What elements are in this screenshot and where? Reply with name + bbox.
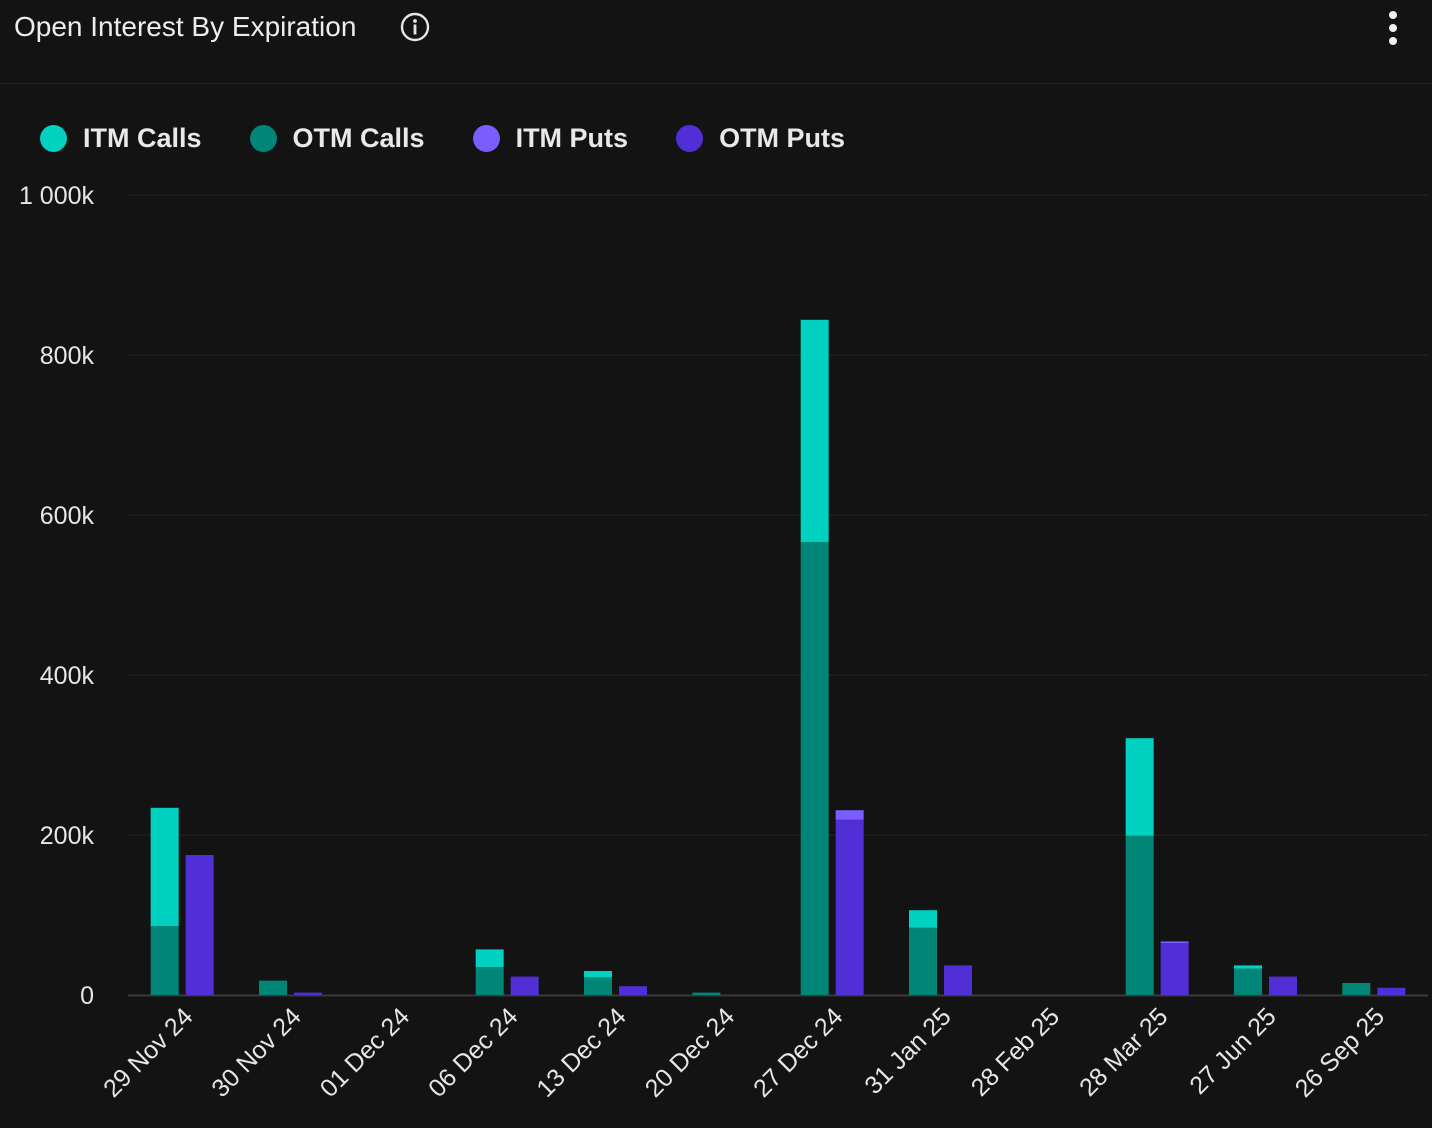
bar-otm-calls — [475, 967, 504, 995]
y-tick-label: 600k — [40, 502, 95, 530]
bar-otm-calls — [1234, 968, 1262, 995]
bar-otm-calls — [584, 977, 612, 995]
bar-otm-calls — [692, 992, 721, 995]
x-tick-label: 28 Feb 25 — [966, 1002, 1065, 1101]
bar-otm-calls — [150, 926, 179, 995]
bar-itm-calls — [1234, 965, 1262, 969]
x-tick-label: 27 Dec 24 — [748, 1002, 848, 1102]
bar-itm-calls — [800, 319, 829, 543]
bar-otm-calls — [259, 980, 287, 995]
bar-otm-puts — [1269, 976, 1297, 995]
bar-itm-puts — [835, 810, 864, 820]
y-tick-label: 0 — [80, 982, 94, 1010]
bar-otm-calls — [1342, 983, 1371, 995]
bar-otm-puts — [835, 819, 864, 995]
x-tick-label: 28 Mar 25 — [1074, 1002, 1173, 1101]
bar-otm-calls — [1125, 835, 1154, 995]
bar-itm-calls — [475, 949, 504, 967]
bar-otm-calls — [909, 927, 937, 995]
x-tick-label: 26 Sep 25 — [1290, 1002, 1390, 1102]
bar-otm-puts — [510, 976, 539, 995]
bar-otm-calls — [800, 542, 829, 995]
bar-itm-calls — [150, 807, 179, 927]
x-tick-label: 06 Dec 24 — [423, 1002, 523, 1102]
y-tick-label: 400k — [40, 662, 95, 690]
x-tick-label: 30 Nov 24 — [206, 1002, 306, 1102]
x-tick-label: 20 Dec 24 — [640, 1002, 740, 1102]
bar-itm-calls — [909, 910, 937, 928]
y-tick-label: 1 000k — [19, 182, 95, 210]
x-tick-label: 01 Dec 24 — [315, 1002, 415, 1102]
chart-panel: Open Interest By Expiration ITM Calls OT… — [0, 0, 1432, 1128]
bar-otm-puts — [619, 986, 647, 995]
y-tick-label: 800k — [40, 342, 95, 370]
y-tick-label: 200k — [40, 822, 95, 850]
bar-otm-puts — [1160, 943, 1189, 995]
bar-otm-puts — [944, 965, 972, 995]
x-tick-label: 29 Nov 24 — [98, 1002, 198, 1102]
x-tick-label: 13 Dec 24 — [531, 1002, 631, 1102]
bar-itm-calls — [1125, 738, 1154, 836]
bar-otm-puts — [185, 855, 214, 995]
bar-otm-puts — [1377, 987, 1406, 995]
x-tick-label: 27 Jun 25 — [1184, 1002, 1281, 1099]
x-tick-label: 31 Jan 25 — [859, 1002, 956, 1099]
bar-chart: 0 200k 400k 600k 800k 1 000k 29 Nov 24 30 Nov 2… — [19, 182, 1428, 1103]
bar-itm-puts — [1160, 941, 1189, 943]
bar-itm-calls — [584, 971, 612, 978]
bar-otm-puts — [294, 992, 322, 995]
